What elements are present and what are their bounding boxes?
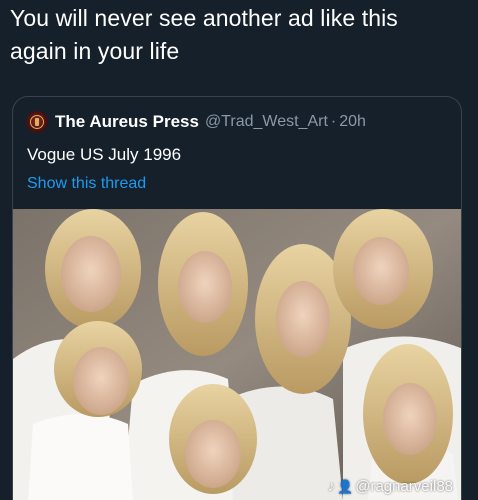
tweet-age[interactable]: 20h <box>339 113 366 131</box>
quoted-tweet-card[interactable]: The Aureus Press @Trad_West_Art · 20h Vo… <box>12 96 462 500</box>
tiktok-watermark: ♪ 👤 @ragnarveil88 <box>328 478 453 495</box>
meme-caption: You will never see another ad like this … <box>10 2 470 68</box>
author-display-name[interactable]: The Aureus Press <box>55 112 199 132</box>
crest-logo-icon[interactable] <box>26 111 48 133</box>
author-handle[interactable]: @Trad_West_Art <box>205 113 328 131</box>
caption-line-2: again in your life <box>10 38 180 64</box>
tweet-photo[interactable]: ♪ 👤 @ragnarveil88 <box>13 209 461 500</box>
tweet-author-row: The Aureus Press @Trad_West_Art · 20h <box>26 110 366 134</box>
caption-line-1: You will never see another ad like this <box>10 5 398 31</box>
tweet-text: Vogue US July 1996 <box>27 145 182 164</box>
tiktok-icon: ♪ <box>327 478 336 495</box>
group-portrait-photo <box>13 209 461 500</box>
screenshot-page: You will never see another ad like this … <box>0 0 478 500</box>
watermark-username: @ragnarveil88 <box>355 478 453 495</box>
meta-separator: · <box>330 113 337 130</box>
user-icon: 👤 <box>337 478 354 494</box>
show-thread-link[interactable]: Show this thread <box>27 175 146 193</box>
